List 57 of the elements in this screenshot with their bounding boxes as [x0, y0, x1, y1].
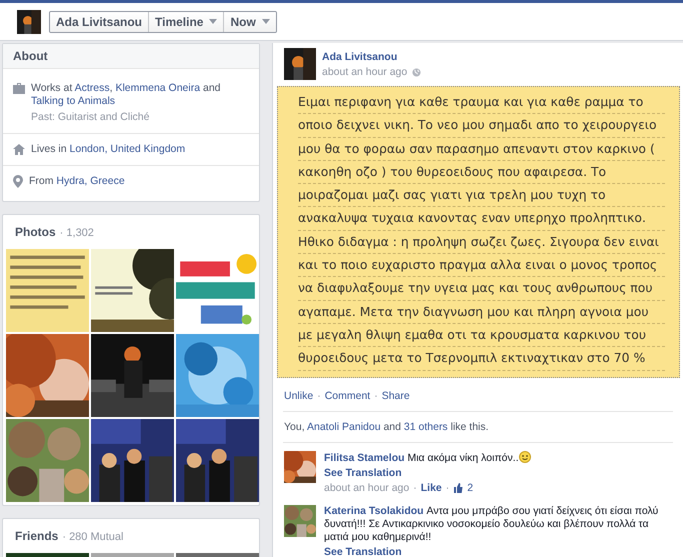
action-link[interactable]: Like — [420, 482, 442, 495]
comment-text: Filitsa Stamelou Μια ακόμα νίκη λοιπόν.. — [324, 450, 672, 465]
note-line: ανακαλυψα τυχαια κανοντας εναν υπερηχο προληπτικο. — [298, 207, 665, 231]
link[interactable]: London, United Kingdom — [70, 143, 186, 155]
commenter-link[interactable]: Katerina Tsolakidou — [324, 504, 424, 517]
note-line: και το ποιο ευχαριστο πραγμα αλλα ειναι ο μονος τροπος — [298, 254, 665, 278]
separator-dot: · — [413, 482, 417, 495]
see-translation-link[interactable]: See Translation — [324, 546, 402, 557]
like-count[interactable]: 2 — [467, 482, 474, 495]
link[interactable]: Anatoli Panidou — [306, 420, 381, 433]
thumbs-up-icon — [453, 483, 464, 494]
comment-time: about an hour ago — [324, 482, 410, 495]
separator-dot: · — [374, 390, 378, 402]
note-line: με μεγαλη θλιψη εμαθα οτι τα κρουσματα καρκινου του — [298, 324, 665, 348]
action-link[interactable]: Unlike — [284, 390, 314, 402]
card-title: About — [13, 49, 48, 63]
post-time: about an hour ago — [322, 66, 408, 78]
note-line: μοιραζομαι μαζι σας γιατι για τρελη μου τυχη το — [298, 184, 665, 208]
note-line: μου θα το φοραω σαν παρασημο απεναντι στον καρκινο ( — [298, 138, 665, 161]
link[interactable]: Actress — [74, 82, 110, 94]
card-title: Photos — [15, 225, 56, 239]
likes-text: You, Anatoli Panidou and 31 others like this. — [284, 420, 490, 433]
note-line: Ειμαι περιφανη για καθε τραυμα και για καθε ραμμα το — [298, 91, 665, 114]
caret-icon — [209, 19, 218, 24]
nav-button[interactable]: Ada Livitsanou — [50, 12, 148, 32]
comment-text: Katerina Tsolakidou Αντα μου μπράβο σου γιατί δείχνεις ότι είσαι πολύ δυνατή!!! Σε Αντικαρκινικο νοσοκομείο δουλεύω και βλέπουν πολλά τα ματιά μου καθημερινά!! — [324, 504, 660, 544]
note-line: αγαπαμε. Μετα την διαγνωση μου και πληρη αγνοια μου — [298, 300, 665, 324]
action-link[interactable]: Comment — [324, 390, 370, 402]
author-link[interactable]: Ada Livitsanou — [322, 51, 422, 63]
note-line: να διαφυλαξουμε την υγεια μας και τους ανθρωπους που — [298, 277, 665, 301]
link[interactable]: Klemmena Oneira — [115, 82, 200, 94]
note-line: θυροειδους μετα το Τσερνομπιλ εκτιναχτικαν στο 70 % — [298, 347, 665, 371]
link[interactable]: Hydra, Greece — [56, 175, 125, 187]
commenter-link[interactable]: Filitsa Stamelou — [324, 452, 405, 464]
see-translation-link[interactable]: See Translation — [324, 466, 402, 480]
photo-count: · 1,302 — [60, 227, 94, 239]
action-link[interactable]: Share — [382, 390, 410, 402]
about-text: Lives in London, United Kingdom — [31, 143, 186, 156]
card-title: Friends — [15, 529, 58, 543]
past-work-text: Past: Guitarist and Cliché — [31, 111, 150, 124]
caret-icon — [262, 19, 270, 24]
link[interactable]: Talking to Animals — [31, 95, 116, 107]
separator-dot: · — [446, 482, 450, 495]
about-text: Works at Actress, Klemmena Oneira and Talking to Animals — [31, 82, 222, 108]
map-pin-icon — [13, 175, 23, 188]
nav-button[interactable]: Now — [223, 12, 276, 32]
note-line: κακοηθη οζο ) του θυρεοειδους που αφαιρεσα. Το — [298, 160, 665, 184]
link[interactable]: 31 others — [404, 420, 448, 433]
note-line: Ηθικο διδαγμα : η προληψη σωζει ζωες. Σιγουρα δεν ειναι — [298, 230, 665, 254]
note-line: οποιο δειχνει νικη. Το νεο μου σημαδι απο το χειρουργειο — [298, 114, 665, 138]
separator-dot: · — [317, 390, 321, 402]
house-icon — [13, 144, 25, 155]
about-text: From Hydra, Greece — [29, 175, 125, 188]
briefcase-icon — [13, 83, 25, 94]
nav-button[interactable]: Timeline — [148, 12, 224, 32]
smiley-icon — [518, 450, 531, 463]
friend-count: · 280 Mutual — [62, 531, 124, 543]
